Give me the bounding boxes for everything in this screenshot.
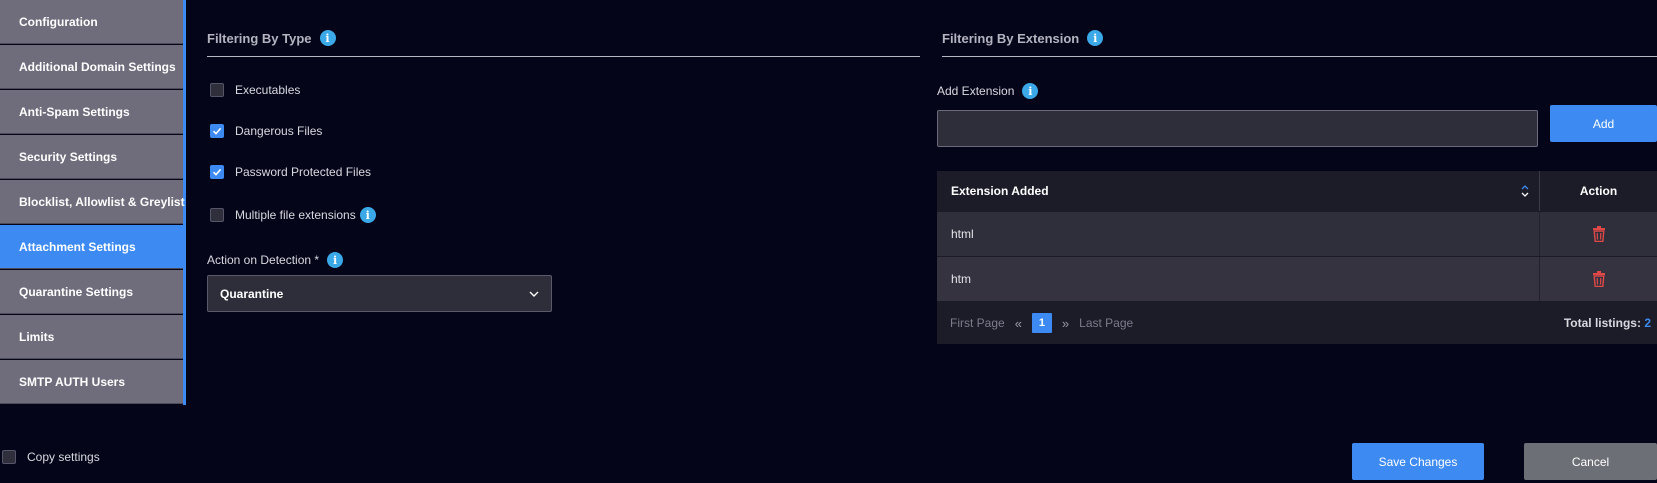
- extension-cell: html: [937, 212, 1540, 256]
- sidebar-item-anti-spam-settings[interactable]: Anti-Spam Settings: [0, 90, 183, 134]
- table-row: html: [937, 211, 1657, 256]
- delete-button[interactable]: [1540, 212, 1657, 256]
- sidebar-item-smtp-auth-users[interactable]: SMTP AUTH Users: [0, 360, 183, 404]
- executables-checkbox[interactable]: [210, 83, 224, 97]
- last-page-link[interactable]: Last Page: [1079, 316, 1133, 330]
- trash-icon: [1592, 271, 1605, 287]
- page-number-button[interactable]: 1: [1031, 313, 1052, 333]
- table-header: Extension Added Action: [937, 171, 1657, 211]
- sidebar-item-blocklist-allowlist-greylist[interactable]: Blocklist, Allowlist & Greylist: [0, 180, 185, 224]
- double-chevron-right-icon[interactable]: »: [1062, 316, 1069, 331]
- action-on-detection-select[interactable]: Quarantine: [207, 275, 552, 312]
- password-protected-files-label: Password Protected Files: [235, 165, 372, 179]
- executables-label: Executables: [235, 83, 301, 97]
- add-extension-input[interactable]: [937, 110, 1538, 147]
- option-password-protected-files: Password Protected Files: [210, 165, 371, 179]
- multiple-file-extensions-checkbox[interactable]: [210, 208, 224, 222]
- filter-type-divider: [207, 56, 920, 57]
- info-icon[interactable]: i: [319, 30, 336, 46]
- copy-settings-checkbox[interactable]: [2, 450, 16, 464]
- checkmark-icon: [212, 168, 222, 176]
- sidebar-item-quarantine-settings[interactable]: Quarantine Settings: [0, 270, 183, 314]
- copy-settings-row: Copy settings: [2, 450, 100, 464]
- chevron-down-icon: [529, 291, 539, 297]
- total-listings: Total listings: 2: [1564, 316, 1657, 330]
- add-extension-button[interactable]: Add: [1550, 105, 1657, 142]
- extension-table: Extension Added Action html htm First Pa…: [937, 171, 1657, 344]
- filter-extension-heading: Filtering By Extension i: [942, 30, 1104, 46]
- sidebar-item-security-settings[interactable]: Security Settings: [0, 135, 183, 179]
- info-icon[interactable]: i: [1022, 83, 1039, 99]
- filter-type-title: Filtering By Type: [207, 30, 312, 46]
- filter-extension-title: Filtering By Extension: [942, 30, 1080, 46]
- action-on-detection-label: Action on Detection *: [207, 253, 320, 267]
- option-multiple-file-extensions: Multiple file extensions i: [210, 207, 376, 223]
- info-icon[interactable]: i: [1087, 30, 1104, 46]
- checkmark-icon: [212, 127, 222, 135]
- sidebar-item-configuration[interactable]: Configuration: [0, 0, 183, 44]
- add-extension-label-row: Add Extension i: [937, 83, 1039, 99]
- info-icon[interactable]: i: [359, 207, 376, 223]
- add-extension-label: Add Extension: [937, 84, 1015, 98]
- sort-icon[interactable]: [1521, 185, 1529, 197]
- copy-settings-label: Copy settings: [27, 450, 100, 464]
- action-on-detection-value: Quarantine: [220, 286, 284, 301]
- extension-cell: htm: [937, 257, 1540, 301]
- sidebar-item-additional-domain-settings[interactable]: Additional Domain Settings: [0, 45, 183, 89]
- first-page-link[interactable]: First Page: [950, 316, 1005, 330]
- total-listings-count: 2: [1644, 316, 1651, 330]
- trash-icon: [1592, 226, 1605, 242]
- delete-button[interactable]: [1540, 257, 1657, 301]
- cancel-button[interactable]: Cancel: [1524, 443, 1657, 480]
- action-column-header: Action: [1579, 184, 1618, 198]
- info-icon[interactable]: i: [327, 252, 344, 268]
- action-on-detection-label-row: Action on Detection * i: [207, 252, 344, 268]
- filter-type-heading: Filtering By Type i: [207, 30, 336, 46]
- option-executables: Executables: [210, 83, 300, 97]
- total-listings-label: Total listings:: [1563, 316, 1641, 330]
- option-dangerous-files: Dangerous Files: [210, 124, 322, 138]
- table-row: htm: [937, 256, 1657, 301]
- dangerous-files-checkbox[interactable]: [210, 124, 224, 138]
- password-protected-files-checkbox[interactable]: [210, 165, 224, 179]
- settings-sidebar: Configuration Additional Domain Settings…: [0, 0, 186, 405]
- sidebar-item-attachment-settings[interactable]: Attachment Settings: [0, 225, 183, 269]
- multiple-file-extensions-label: Multiple file extensions: [235, 208, 356, 222]
- filter-extension-divider: [942, 56, 1657, 57]
- pagination: First Page « 1 » Last Page Total listing…: [937, 301, 1657, 344]
- sidebar-item-limits[interactable]: Limits: [0, 315, 183, 359]
- extension-column-header[interactable]: Extension Added: [937, 171, 1540, 211]
- double-chevron-left-icon[interactable]: «: [1015, 316, 1022, 331]
- dangerous-files-label: Dangerous Files: [235, 124, 323, 138]
- save-changes-button[interactable]: Save Changes: [1352, 443, 1484, 480]
